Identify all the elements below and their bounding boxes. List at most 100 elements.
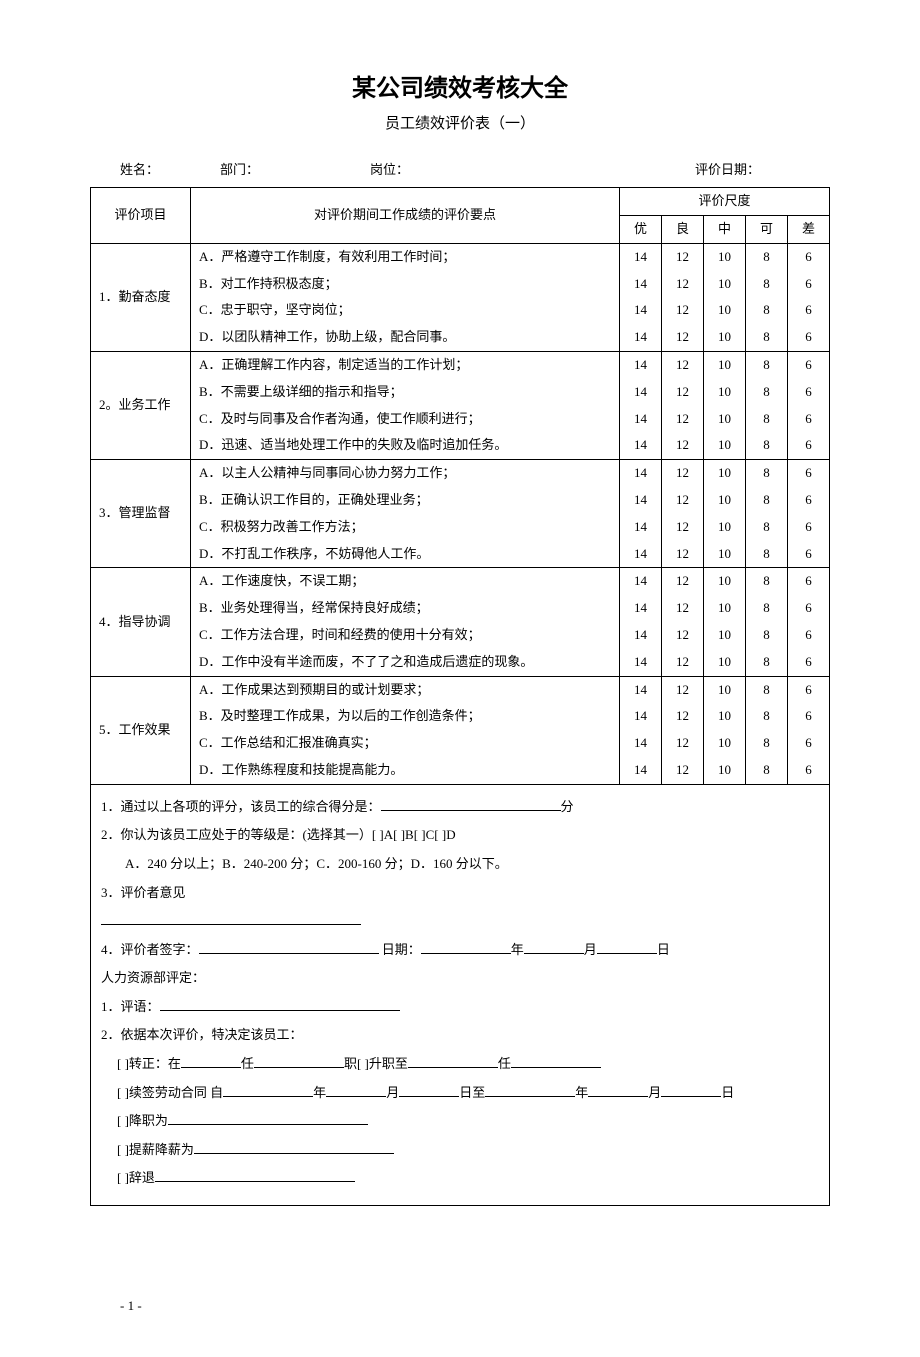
criteria-cell: C．积极努力改善工作方法； <box>191 514 620 541</box>
table-row: B．业务处理得当，经常保持良好成绩；14121086 <box>91 595 830 622</box>
table-row: D．迅速、适当地处理工作中的失败及临时追加任务。14121086 <box>91 432 830 459</box>
score-cell: 10 <box>704 271 746 298</box>
table-row: B．对工作持积极态度；14121086 <box>91 271 830 298</box>
footer-total-label: 1．通过以上各项的评分，该员工的综合得分是： <box>101 799 381 814</box>
header-scale: 评价尺度 <box>620 188 830 216</box>
criteria-cell: D．迅速、适当地处理工作中的失败及临时追加任务。 <box>191 432 620 459</box>
l-to: 日至 <box>459 1085 485 1100</box>
score-cell: 10 <box>704 595 746 622</box>
criteria-cell: D．工作熟练程度和技能提高能力。 <box>191 757 620 784</box>
score-cell: 8 <box>746 432 788 459</box>
l-d2: 日 <box>721 1085 734 1100</box>
document-title: 某公司绩效考核大全 <box>90 70 830 108</box>
blank <box>223 1084 313 1097</box>
blank <box>661 1084 721 1097</box>
table-row: C．及时与同事及合作者沟通，使工作顺利进行；14121086 <box>91 406 830 433</box>
score-cell: 12 <box>662 622 704 649</box>
scale-acceptable: 可 <box>746 215 788 243</box>
score-cell: 12 <box>662 351 704 378</box>
score-cell: 8 <box>746 271 788 298</box>
score-cell: 14 <box>620 432 662 459</box>
table-row: 5．工作效果A．工作成果达到预期目的或计划要求；14121086 <box>91 676 830 703</box>
score-cell: 8 <box>746 541 788 568</box>
score-cell: 12 <box>662 243 704 270</box>
score-cell: 12 <box>662 649 704 676</box>
score-cell: 6 <box>788 568 830 595</box>
score-cell: 12 <box>662 487 704 514</box>
blank <box>408 1055 498 1068</box>
opt-demote: [ ]降职为 <box>117 1113 168 1128</box>
blank-day <box>597 941 657 954</box>
score-cell: 6 <box>788 487 830 514</box>
label-day: 日 <box>657 942 670 957</box>
table-row: 3．管理监督A．以主人公精神与同事同心协力努力工作；14121086 <box>91 460 830 487</box>
score-cell: 6 <box>788 271 830 298</box>
score-cell: 12 <box>662 676 704 703</box>
footer-total-unit: 分 <box>561 799 574 814</box>
category-cell: 3．管理监督 <box>91 460 191 568</box>
score-cell: 14 <box>620 730 662 757</box>
score-cell: 12 <box>662 541 704 568</box>
score-cell: 14 <box>620 595 662 622</box>
category-cell: 2。业务工作 <box>91 351 191 459</box>
blank-month <box>524 941 584 954</box>
criteria-cell: D．不打乱工作秩序，不妨碍他人工作。 <box>191 541 620 568</box>
table-row: 1．勤奋态度A．严格遵守工作制度，有效利用工作时间；14121086 <box>91 243 830 270</box>
score-cell: 14 <box>620 487 662 514</box>
score-cell: 8 <box>746 297 788 324</box>
blank <box>399 1084 459 1097</box>
table-row: C．忠于职守，坚守岗位；14121086 <box>91 297 830 324</box>
dept-label: 部门： <box>220 160 370 181</box>
score-cell: 10 <box>704 703 746 730</box>
score-cell: 8 <box>746 487 788 514</box>
category-cell: 1．勤奋态度 <box>91 243 191 351</box>
evaluation-table: 评价项目 对评价期间工作成绩的评价要点 评价尺度 优 良 中 可 差 1．勤奋态… <box>90 187 830 1206</box>
criteria-cell: D．以团队精神工作，协助上级，配合同事。 <box>191 324 620 351</box>
criteria-cell: B．对工作持积极态度； <box>191 271 620 298</box>
footer-sign-label: 4．评价者签字： <box>101 942 199 957</box>
opt-renew: [ ]续签劳动合同 自 <box>117 1085 223 1100</box>
score-cell: 10 <box>704 676 746 703</box>
criteria-cell: B．及时整理工作成果，为以后的工作创造条件； <box>191 703 620 730</box>
score-cell: 6 <box>788 622 830 649</box>
score-cell: 6 <box>788 324 830 351</box>
info-row: 姓名： 部门： 岗位： 评价日期： <box>90 160 830 181</box>
scale-excellent: 优 <box>620 215 662 243</box>
date-label: 评价日期： <box>695 160 820 181</box>
score-cell: 8 <box>746 676 788 703</box>
score-cell: 6 <box>788 676 830 703</box>
l-y2: 年 <box>575 1085 588 1100</box>
score-cell: 12 <box>662 324 704 351</box>
criteria-cell: C．忠于职守，坚守岗位； <box>191 297 620 324</box>
score-cell: 6 <box>788 406 830 433</box>
score-cell: 14 <box>620 351 662 378</box>
l-m1: 月 <box>386 1085 399 1100</box>
criteria-cell: B．正确认识工作目的，正确处理业务； <box>191 487 620 514</box>
score-cell: 10 <box>704 541 746 568</box>
score-cell: 6 <box>788 514 830 541</box>
score-cell: 10 <box>704 487 746 514</box>
score-cell: 12 <box>662 568 704 595</box>
score-cell: 12 <box>662 432 704 459</box>
score-cell: 14 <box>620 757 662 784</box>
table-row: D．工作中没有半途而废，不了了之和造成后遗症的现象。14121086 <box>91 649 830 676</box>
score-cell: 14 <box>620 324 662 351</box>
blank-year <box>421 941 511 954</box>
score-cell: 10 <box>704 297 746 324</box>
score-cell: 12 <box>662 595 704 622</box>
footer-section: 1．通过以上各项的评分，该员工的综合得分是：分 2．你认为该员工应处于的等级是：… <box>91 784 830 1205</box>
opt-salary: [ ]提薪降薪为 <box>117 1142 194 1157</box>
score-cell: 10 <box>704 406 746 433</box>
score-cell: 6 <box>788 757 830 784</box>
score-cell: 6 <box>788 541 830 568</box>
score-cell: 14 <box>620 460 662 487</box>
category-cell: 4．指导协调 <box>91 568 191 676</box>
score-cell: 10 <box>704 757 746 784</box>
opt-regular: [ ]转正：在 <box>117 1056 181 1071</box>
blank <box>155 1169 355 1182</box>
table-row: 4．指导协调A．工作速度快，不误工期；14121086 <box>91 568 830 595</box>
score-cell: 14 <box>620 676 662 703</box>
score-cell: 10 <box>704 514 746 541</box>
hr-decision-label: 2．依据本次评价，特决定该员工： <box>101 1027 303 1042</box>
table-row: B．及时整理工作成果，为以后的工作创造条件；14121086 <box>91 703 830 730</box>
